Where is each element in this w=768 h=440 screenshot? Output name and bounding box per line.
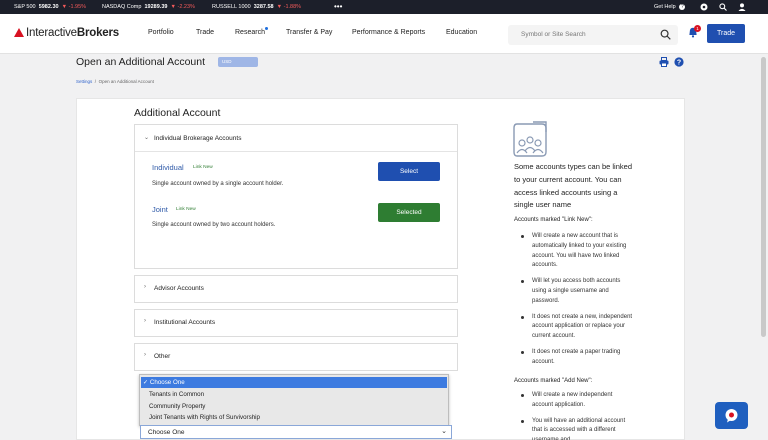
panel-title-advisor: Advisor Accounts [154, 285, 204, 292]
linked-accounts-intro: Some accounts types can be linked to you… [514, 162, 632, 210]
section-title: Additional Account [134, 107, 221, 119]
chat-widget-button[interactable] [715, 402, 748, 429]
user-icon[interactable] [738, 3, 746, 13]
chat-icon [725, 409, 738, 423]
chevron-right-icon: › [144, 284, 146, 290]
ticker-value: 5982.30 [38, 4, 59, 10]
link-new-heading: Accounts marked "Link New": [514, 217, 593, 223]
page-title: Open an Additional Account [76, 56, 206, 68]
other-accounts-panel[interactable]: › Other [134, 343, 458, 371]
account-desc-joint: Single account owned by two account hold… [152, 222, 276, 228]
breadcrumb-current: Open an Additional Account [98, 79, 154, 84]
panel-title-institutional: Institutional Accounts [154, 319, 216, 326]
option-joint-tenants-survivorship[interactable]: Joint Tenants with Rights of Survivorshi… [141, 412, 447, 423]
get-help-link[interactable]: Get Help ? [654, 4, 686, 10]
ticker-nasdaq[interactable]: NASDAQ Comp 19289.39 ▼ -2.23% [102, 4, 195, 10]
ticker-change: ▼ -2.23% [170, 4, 195, 10]
get-help-label: Get Help [654, 4, 676, 10]
option-choose-one[interactable]: ✓ Choose One [141, 377, 447, 388]
add-new-bullets: Will create a new independent account ap… [521, 391, 635, 440]
chat-bubble-icon[interactable] [700, 3, 708, 13]
site-search-input[interactable]: Symbol or Site Search [508, 25, 678, 45]
ticker-russell[interactable]: RUSSELL 1000 3287.58 ▼ -1.88% [212, 4, 301, 10]
list-item: Will let you access both accounts using … [521, 277, 635, 306]
panel-title-other: Other [154, 353, 171, 360]
breadcrumb-separator: / [94, 79, 97, 84]
add-new-heading: Accounts marked "Add New": [514, 378, 593, 384]
currency-badge: USD [218, 57, 258, 67]
market-ticker-bar: S&P 500 5982.30 ▼ -1.95% NASDAQ Comp 192… [0, 0, 768, 14]
select-joint-button[interactable]: Selected [378, 203, 440, 222]
search-icon[interactable] [660, 29, 671, 40]
list-item: Will create a new account that is automa… [521, 232, 635, 271]
page-scrollbar[interactable] [760, 55, 768, 440]
breadcrumb: Settings / Open an Additional Account [76, 79, 154, 84]
ticker-name: S&P 500 [14, 4, 36, 10]
scrollbar-thumb[interactable] [761, 57, 766, 337]
ticker-sp500[interactable]: S&P 500 5982.30 ▼ -1.95% [14, 4, 86, 10]
help-icon[interactable]: ? [674, 57, 684, 67]
main-navbar: InteractiveBrokers Portfolio Trade Resea… [0, 14, 768, 54]
institutional-accounts-panel[interactable]: › Institutional Accounts [134, 309, 458, 337]
account-name-individual: Individual [152, 163, 184, 172]
account-name-joint: Joint [152, 205, 168, 214]
nav-research[interactable]: Research [235, 29, 265, 36]
chevron-right-icon: › [144, 352, 146, 358]
research-new-dot [265, 27, 268, 30]
chevron-right-icon: › [144, 318, 146, 324]
list-item: Will create a new independent account ap… [521, 391, 635, 411]
linked-accounts-icon [513, 121, 547, 157]
interactive-brokers-logo[interactable]: InteractiveBrokers [14, 27, 119, 39]
logo-text-light: Interactive [26, 27, 77, 39]
ticker-change: ▼ -1.95% [61, 4, 87, 10]
option-community-property[interactable]: Community Property [141, 401, 447, 412]
option-tenants-in-common[interactable]: Tenants in Common [141, 389, 447, 400]
advisor-accounts-panel[interactable]: › Advisor Accounts [134, 275, 458, 303]
chevron-down-icon: ⌄ [441, 428, 447, 435]
search-placeholder: Symbol or Site Search [521, 31, 586, 38]
account-desc-individual: Single account owned by a single account… [152, 181, 284, 187]
select-individual-button[interactable]: Select [378, 162, 440, 181]
search-icon[interactable] [719, 3, 727, 13]
svg-text:?: ? [677, 59, 681, 66]
nav-performance-reports[interactable]: Performance & Reports [352, 29, 425, 36]
list-item: You will have an additional account that… [521, 417, 635, 440]
ticker-value: 3287.58 [253, 4, 274, 10]
ownership-type-select[interactable]: Choose One ⌄ [140, 425, 452, 439]
list-item: It does not create a new, independent ac… [521, 313, 635, 342]
individual-brokerage-panel: ⌄ Individual Brokerage Accounts [134, 124, 458, 269]
nav-transfer-pay[interactable]: Transfer & Pay [286, 29, 332, 36]
breadcrumb-settings[interactable]: Settings [76, 79, 92, 84]
print-icon[interactable] [659, 57, 669, 67]
panel-title-individual-brokerage[interactable]: Individual Brokerage Accounts [154, 135, 241, 142]
ticker-name: NASDAQ Comp [102, 4, 142, 10]
link-new-tag: Link New [193, 165, 213, 170]
panel-divider [135, 151, 457, 152]
link-new-tag: Link New [176, 207, 196, 212]
nav-education[interactable]: Education [446, 29, 477, 36]
trade-button[interactable]: Trade [707, 24, 745, 43]
ticker-name: RUSSELL 1000 [212, 4, 251, 10]
ticker-value: 19289.39 [144, 4, 168, 10]
select-value: Choose One [148, 429, 185, 436]
nav-trade[interactable]: Trade [196, 29, 214, 36]
help-circle-icon: ? [679, 4, 686, 10]
ticker-change: ▼ -1.88% [276, 4, 302, 10]
logo-mark-icon [14, 28, 24, 37]
logo-text-bold: Brokers [76, 27, 119, 39]
notification-count-badge: 1 [694, 25, 701, 32]
chevron-down-icon[interactable]: ⌄ [144, 134, 149, 141]
link-new-bullets: Will create a new account that is automa… [521, 232, 635, 374]
list-item: It does not create a paper trading accou… [521, 348, 635, 368]
more-icon[interactable]: ••• [334, 2, 342, 11]
ownership-dropdown-list: ✓ Choose One Tenants in Common Community… [139, 374, 449, 426]
nav-portfolio[interactable]: Portfolio [148, 29, 174, 36]
